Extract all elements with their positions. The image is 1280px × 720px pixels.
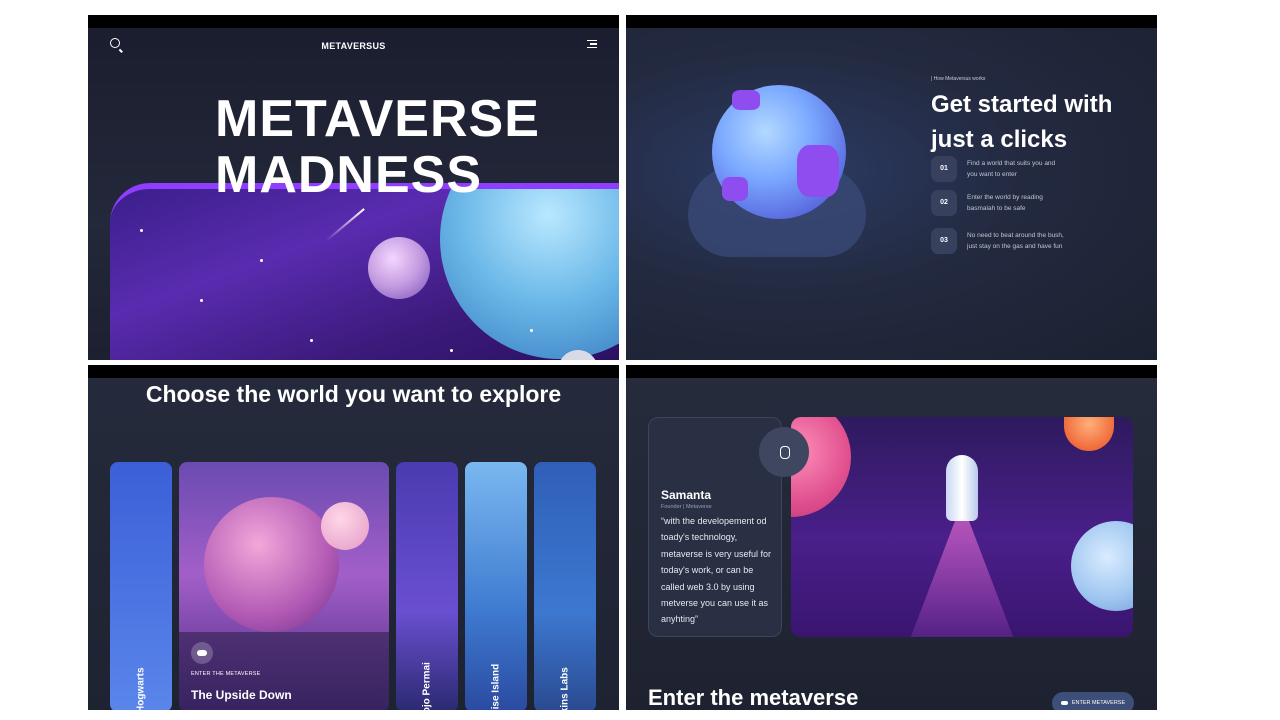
- card-kicker: ENTER THE METAVERSE: [191, 671, 261, 677]
- step-number: 03: [931, 228, 957, 254]
- star: [450, 349, 453, 352]
- breadcrumb: | How Metaversus works: [931, 76, 986, 82]
- panel-top-bar: [88, 15, 619, 28]
- panel-top-bar: [626, 365, 1157, 378]
- step-number: 02: [931, 190, 957, 216]
- star: [200, 299, 203, 302]
- planet-illustration: [712, 85, 846, 219]
- testimonial-panel: Samanta Founder | Metaverse “with the de…: [626, 365, 1157, 710]
- step-text: No need to beat around the bush, just st…: [967, 232, 1064, 250]
- rocket-illustration: [791, 417, 1133, 637]
- world-card-hogwarts[interactable]: The Hogwarts: [110, 462, 172, 710]
- brand-logo[interactable]: METAVERSUS: [88, 41, 619, 51]
- blue-planet: [1071, 521, 1133, 611]
- world-card-label: Kadirojo Permai: [421, 662, 433, 710]
- explore-seal-icon[interactable]: [759, 427, 809, 477]
- big-planet: [440, 189, 619, 359]
- star: [310, 339, 313, 342]
- step-text: Find a world that suits you and you want…: [967, 160, 1056, 178]
- step-number: 01: [931, 156, 957, 182]
- world-card-label: The Hogwarts: [135, 667, 147, 710]
- star: [260, 259, 263, 262]
- step-item: 02 Enter the world by reading basmalah t…: [931, 190, 1131, 216]
- hero-title: METAVERSE MADNESS: [215, 91, 540, 203]
- planet-illustration: [204, 497, 339, 632]
- step-item: 03 No need to beat around the bush, just…: [931, 228, 1131, 254]
- testimonial-name: Samanta: [661, 488, 712, 502]
- how-it-works-panel: | How Metaversus works Get started with …: [626, 15, 1157, 360]
- planet-rock: [797, 145, 839, 197]
- rocket-trail: [907, 517, 1017, 637]
- world-card-paradise-island[interactable]: Paradise Island: [465, 462, 527, 710]
- world-card-upside-down[interactable]: ENTER THE METAVERSE The Upside Down: [179, 462, 389, 710]
- world-card-kadirojo[interactable]: Kadirojo Permai: [396, 462, 458, 710]
- rocket: [946, 455, 978, 521]
- hamburger-menu-icon[interactable]: [587, 40, 597, 50]
- world-card-label: Paradise Island: [490, 663, 502, 710]
- vr-headset-icon: [191, 642, 213, 664]
- small-planet: [368, 237, 430, 299]
- testimonial-role: Founder | Metaverse: [661, 504, 712, 510]
- hero-panel: METAVERSUS METAVERSE MADNESS: [88, 15, 619, 360]
- step-item: 01 Find a world that suits you and you w…: [931, 156, 1131, 182]
- section-title: Choose the world you want to explore: [145, 381, 562, 407]
- star: [140, 229, 143, 232]
- enter-metaverse-button[interactable]: ENTER METAVERSE: [1052, 692, 1134, 710]
- hero-title-line1: METAVERSE: [215, 90, 540, 148]
- comet: [325, 208, 365, 242]
- step-text: Enter the world by reading basmalah to b…: [967, 194, 1043, 212]
- star: [530, 329, 533, 332]
- moon-illustration: [321, 502, 369, 550]
- panel-top-bar: [626, 15, 1157, 28]
- cta-title: Enter the metaverse: [648, 685, 859, 710]
- explore-worlds-panel: Choose the world you want to explore The…: [88, 365, 619, 710]
- hero-title-line2: MADNESS: [215, 146, 483, 204]
- planet-rock: [722, 177, 748, 201]
- world-card-label: Hawkins Labs: [559, 667, 571, 710]
- space-illustration: [110, 183, 619, 360]
- vr-headset-icon: [1060, 700, 1068, 705]
- enter-metaverse-label: ENTER METAVERSE: [1071, 700, 1126, 706]
- card-title: The Upside Down: [191, 688, 292, 702]
- section-heading: Get started with just a clicks: [931, 91, 1113, 153]
- orange-planet: [1064, 417, 1114, 451]
- planet-rock: [732, 90, 760, 110]
- testimonial-quote: “with the developement od toady's techno…: [661, 516, 772, 625]
- world-card-hawkins-labs[interactable]: Hawkins Labs: [534, 462, 596, 710]
